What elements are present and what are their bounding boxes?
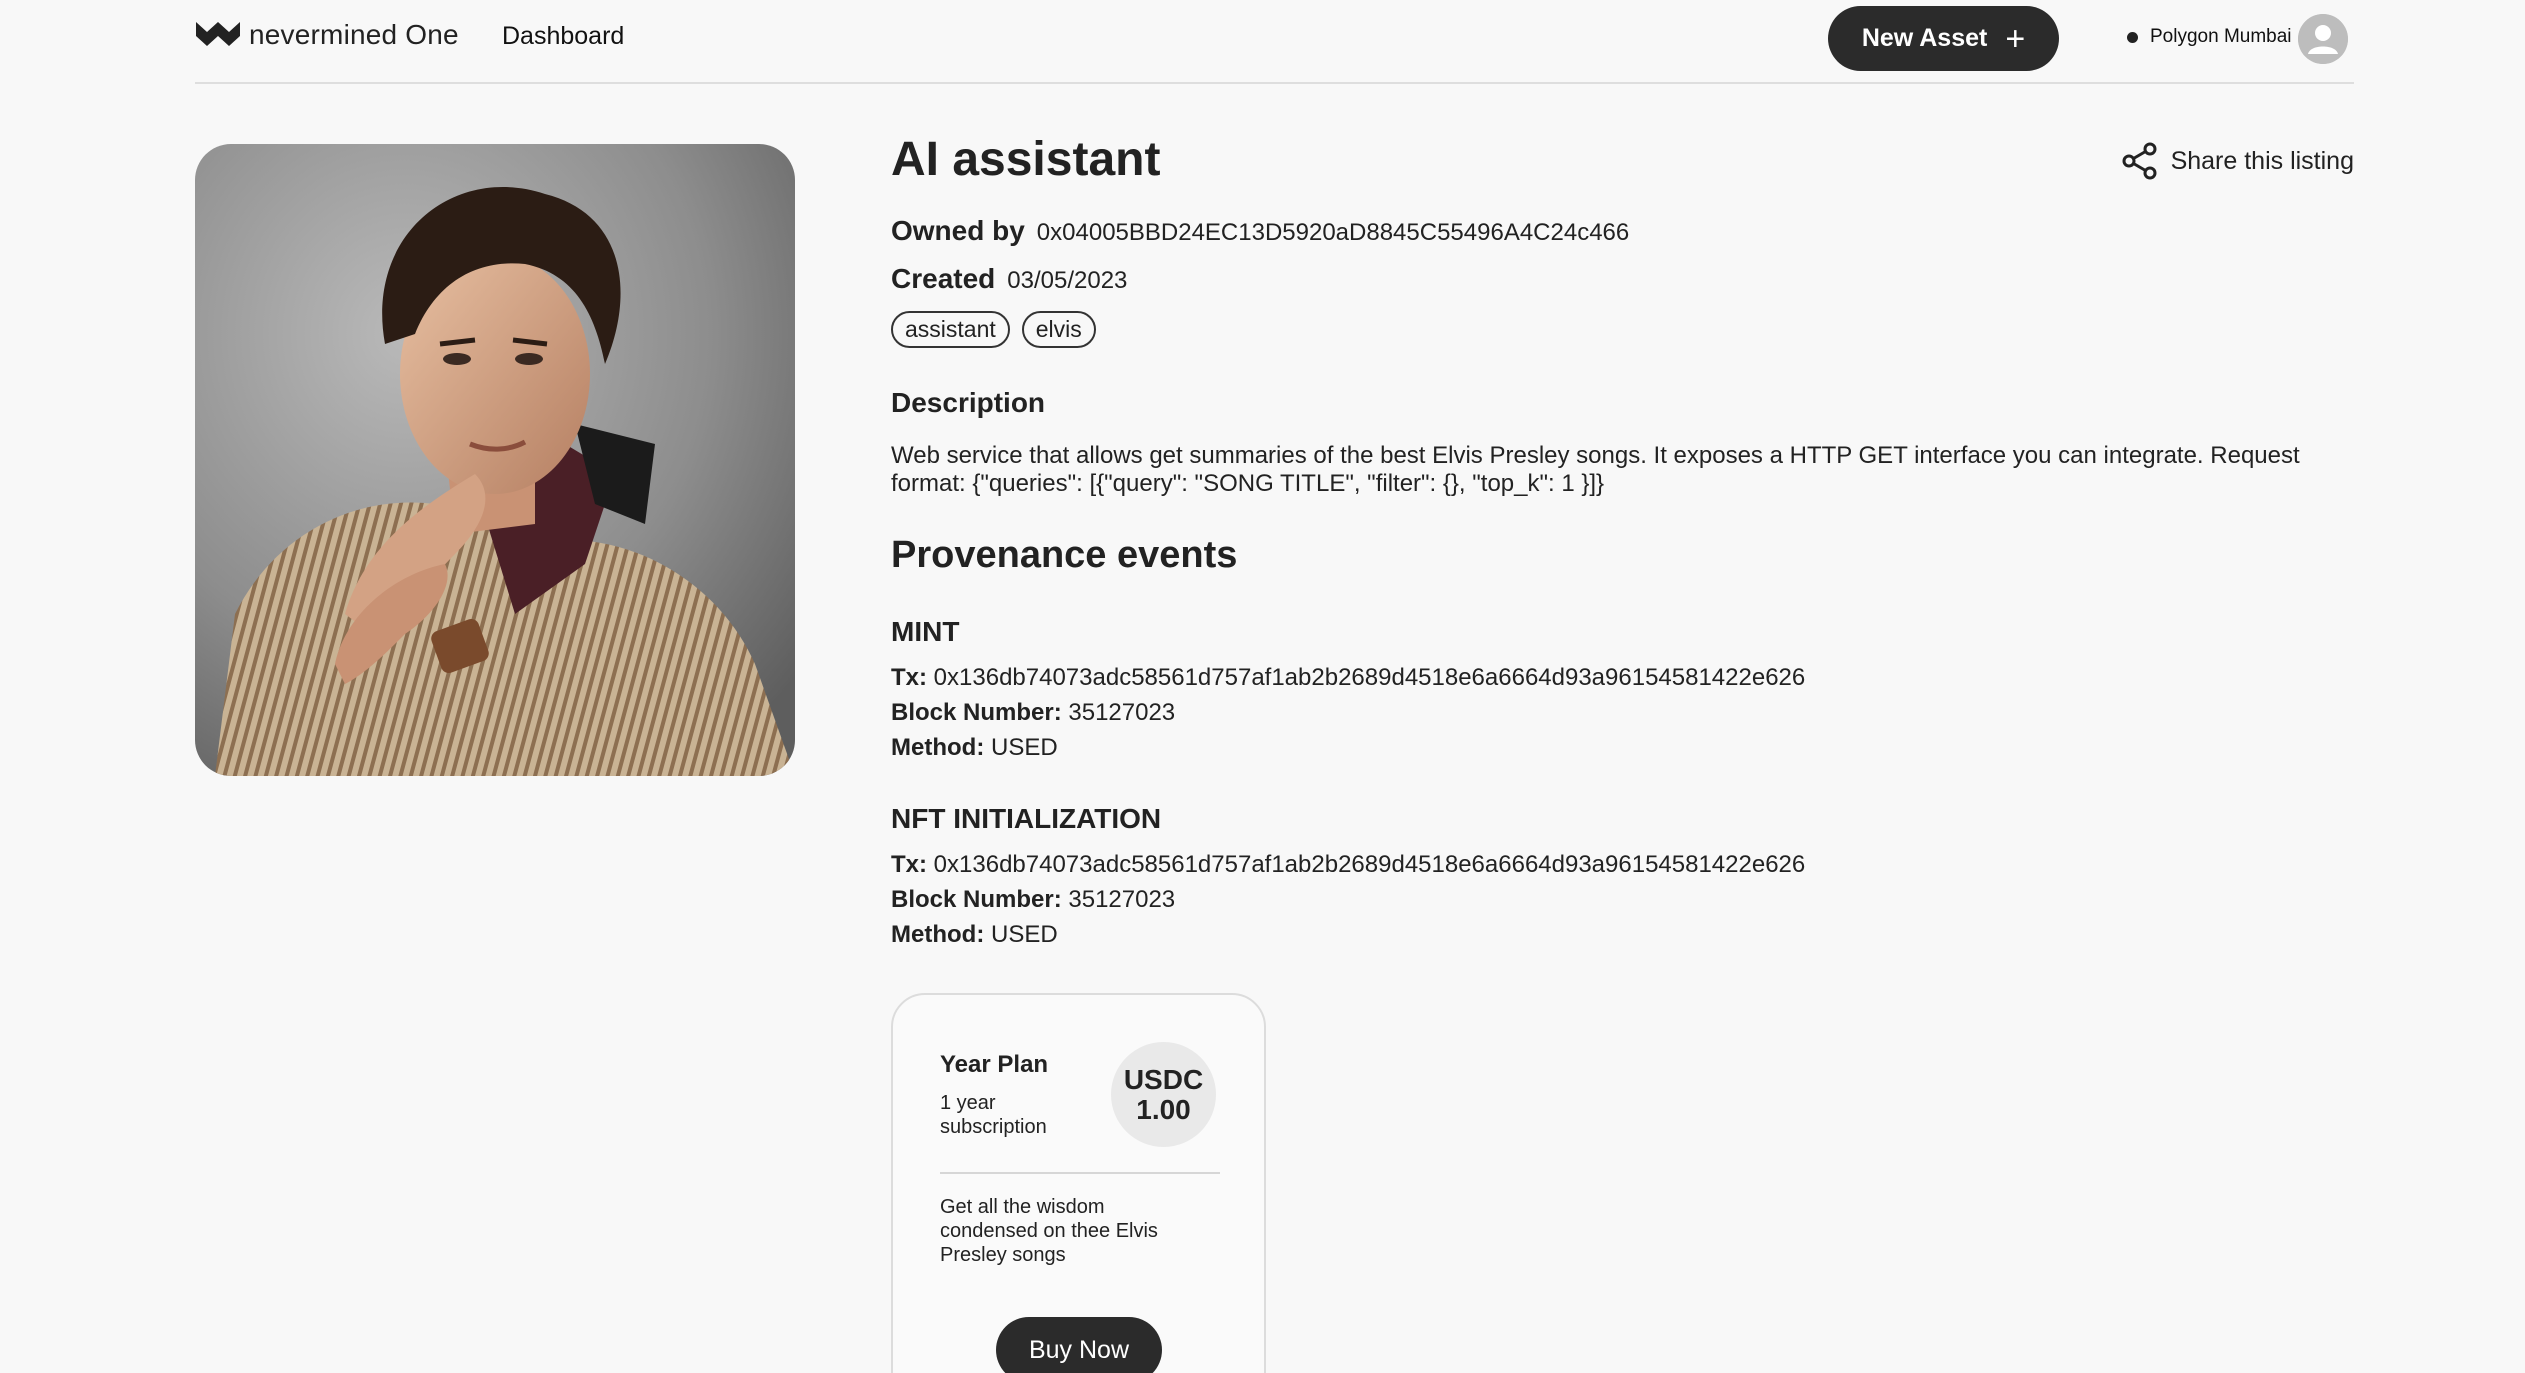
nav-dashboard-link[interactable]: Dashboard <box>502 22 624 51</box>
owned-by-row: Owned by 0x04005BBD24EC13D5920aD8845C554… <box>891 215 1629 247</box>
plan-subtitle: 1 year subscription <box>940 1092 1047 1138</box>
buy-now-button[interactable]: Buy Now <box>996 1317 1162 1373</box>
user-avatar[interactable] <box>2298 14 2348 64</box>
share-icon <box>2122 142 2157 180</box>
tag[interactable]: assistant <box>891 311 1010 348</box>
page: nevermined One Dashboard New Asset + Pol… <box>0 0 2525 1373</box>
owned-by-label: Owned by <box>891 215 1025 246</box>
provenance-heading: Provenance events <box>891 534 1238 576</box>
event-tx: Tx: 0x136db74073adc58561d757af1ab2b2689d… <box>891 664 1806 691</box>
user-icon <box>2298 14 2348 64</box>
tag[interactable]: elvis <box>1021 311 1096 348</box>
event-block: Block Number: 35127023 <box>891 699 1176 726</box>
description-text: Web service that allows get summaries of… <box>891 442 2300 497</box>
plan-divider <box>940 1172 1220 1174</box>
logo[interactable]: nevermined One <box>195 18 459 52</box>
event-block: Block Number: 35127023 <box>891 886 1176 913</box>
logo-text: nevermined One <box>249 19 459 50</box>
top-bar: nevermined One Dashboard New Asset + Pol… <box>195 0 2354 84</box>
event-tx: Tx: 0x136db74073adc58561d757af1ab2b2689d… <box>891 851 1806 878</box>
price-currency: USDC <box>1123 1063 1204 1095</box>
portrait-image <box>195 144 795 776</box>
plan-name: Year Plan <box>940 1051 1049 1078</box>
share-listing-button[interactable]: Share this listing <box>2121 142 2354 180</box>
price-amount: 1.00 <box>1136 1093 1191 1125</box>
created-label: Created <box>891 263 996 294</box>
event-type: MINT <box>891 616 960 647</box>
price-badge: USDC 1.00 <box>1111 1042 1216 1147</box>
plan-card: Year Plan 1 year subscription USDC 1.00 … <box>891 993 1266 1373</box>
plus-icon: + <box>2005 19 2026 58</box>
created-row: Created 03/05/2023 <box>891 263 1127 295</box>
owner-address: 0x04005BBD24EC13D5920aD8845C55496A4C24c4… <box>1036 219 1630 246</box>
asset-title: AI assistant <box>891 133 1161 186</box>
nevermined-logo-icon <box>196 22 240 46</box>
network-status-dot-icon <box>2127 31 2138 43</box>
provenance-event: MINT Tx: 0x136db74073adc58561d757af1ab2b… <box>891 616 2191 765</box>
tag-list: assistant elvis <box>891 311 1096 348</box>
event-type: NFT INITIALIZATION <box>891 803 1162 834</box>
asset-image <box>195 144 795 776</box>
new-asset-button[interactable]: New Asset + <box>1828 6 2059 71</box>
plan-description: Get all the wisdom condensed on thee Elv… <box>940 1196 1158 1266</box>
network-indicator[interactable]: Polygon Mumbai <box>2127 26 2292 48</box>
event-method: Method: USED <box>891 734 1058 761</box>
provenance-event: NFT INITIALIZATION Tx: 0x136db74073adc58… <box>891 803 2191 952</box>
event-method: Method: USED <box>891 921 1058 948</box>
created-date: 03/05/2023 <box>1007 267 1128 294</box>
share-listing-label: Share this listing <box>2170 146 2354 175</box>
new-asset-label: New Asset <box>1861 24 1988 52</box>
description-heading: Description <box>891 387 1046 418</box>
network-label: Polygon Mumbai <box>2150 26 2292 47</box>
